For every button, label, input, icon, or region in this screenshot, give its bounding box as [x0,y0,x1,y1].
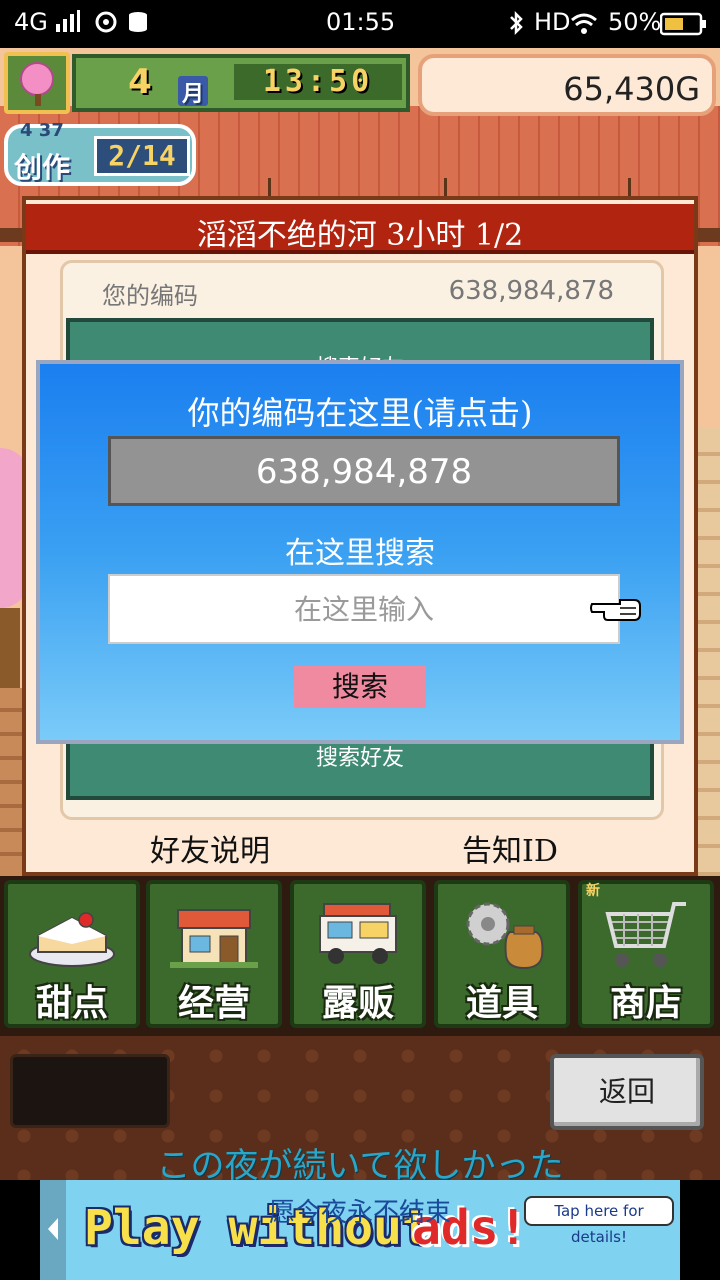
your-code-label: 您的编码 [102,282,198,310]
sync-icon [94,10,118,40]
chevron-left-icon[interactable] [46,1216,60,1242]
code-display-text[interactable]: 638,984,878 [108,452,620,494]
network-indicator: 4G [14,8,48,36]
battery-icon [659,12,708,42]
lyric-japanese: この夜が続いて欲しかった [156,1146,564,1186]
tree-trunk [0,608,20,688]
friend-description-button[interactable]: 好友说明 [130,826,290,869]
status-time: 01:55 [326,8,396,36]
menu-shop-label: 商店 [609,983,682,1024]
menu-dessert-button[interactable]: 甜点 [4,880,140,1028]
food-truck-icon [314,896,402,972]
game-clock: 13:50 [234,64,402,100]
search-here-label: 在这里搜索 [285,536,435,571]
search-input[interactable] [108,574,620,644]
menu-stall-label: 露贩 [321,983,394,1024]
create-count: 2/14 [94,136,190,176]
dialog-title: 你的编码在这里(请点击) [187,394,533,432]
menu-items-button[interactable]: 道具 [434,880,570,1028]
bluetooth-icon [508,10,524,42]
shop-building-icon [170,896,258,972]
menu-items-label: 道具 [465,983,538,1024]
your-code-value: 638,984,878 [448,276,614,306]
panel-title: 滔滔不绝的河 3小时 1/2 [196,218,524,253]
signal-icon [56,10,80,38]
menu-stall-button[interactable]: 露贩 [290,880,426,1028]
cherry-tree-icon [20,62,54,96]
shop-wall-right [697,428,720,928]
menu-dessert-label: 甜点 [35,983,108,1024]
database-icon [126,10,150,40]
create-small-number: 4 37 [20,120,64,141]
menu-shop-button[interactable]: 商店 [578,880,714,1028]
back-button[interactable]: 返回 [550,1054,704,1130]
menu-management-label: 经营 [177,983,250,1024]
create-label: 创作 [14,151,71,184]
pointing-hand-icon [590,594,642,622]
month-number: 4 [128,62,152,102]
shopping-cart-icon [602,896,690,972]
battery-percent: 50% [608,8,662,36]
search-friend-button[interactable]: 搜索好友 [260,740,460,774]
shop-portrait-button[interactable] [4,52,70,114]
empty-slot [10,1054,170,1128]
search-button[interactable]: 搜索 [294,666,426,708]
lyric-chinese: 愿今夜永不结束 [268,1198,451,1228]
tree-trunk-icon [35,94,41,106]
notify-id-button[interactable]: 告知ID [440,826,580,869]
gear-sack-icon [458,896,546,972]
new-badge: 新 [586,883,600,899]
cake-icon [28,896,116,972]
status-bar: 4G 01:55 HD 50% [0,0,720,48]
money-value: 65,430G [563,70,700,108]
ad-tap-button[interactable]: Tap here for details! [524,1196,674,1246]
hd-indicator: HD [534,8,571,36]
menu-management-button[interactable]: 经营 [146,880,282,1028]
wifi-icon [570,12,598,40]
month-unit: 月 [178,76,208,107]
